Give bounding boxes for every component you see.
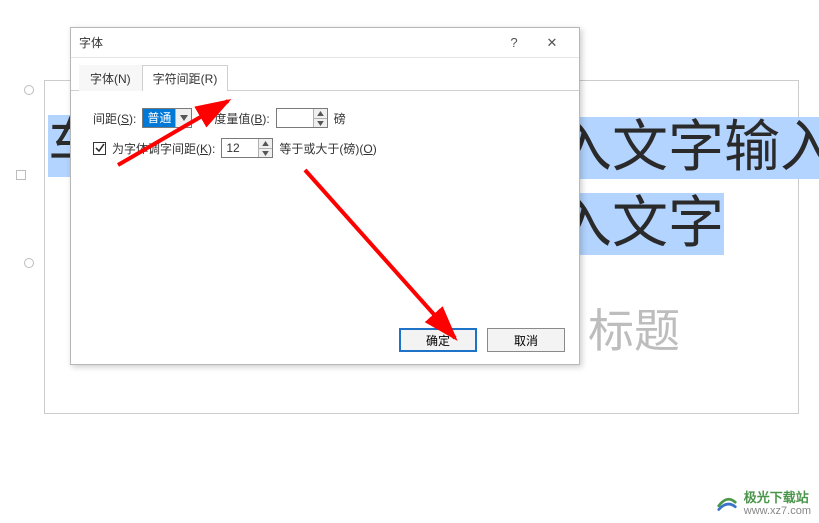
font-dialog: 字体 ? ✕ 字体(N) 字符间距(R) 间距(S): 普通 度量值(B): [70,27,580,365]
cancel-button[interactable]: 取消 [487,328,565,352]
watermark: 极光下载站 www.xz7.com [716,491,811,517]
spin-up-icon [314,109,327,118]
kerning-tail: 等于或大于(磅)(O) [279,140,376,157]
resize-handle[interactable] [24,85,34,95]
kerning-label: 为字体调字间距(K): [112,140,215,157]
spacing-dropdown-value: 普通 [143,109,175,127]
spacing-dropdown[interactable]: 普通 [142,108,192,128]
kerning-row: 为字体调字间距(K): 12 等于或大于(磅)(O) [93,135,557,161]
measure-unit: 磅 [334,110,346,127]
measure-spinbox[interactable] [276,108,328,128]
kerning-value: 12 [222,139,258,157]
spin-down-icon [259,148,272,157]
dialog-titlebar: 字体 ? ✕ [71,28,579,58]
spacing-row: 间距(S): 普通 度量值(B): 磅 [93,105,557,131]
chevron-down-icon [175,109,191,127]
measure-value [277,109,313,127]
close-button[interactable]: ✕ [533,31,571,55]
text-line-1: 入文字输入 [556,102,819,183]
watermark-logo-icon [716,493,738,515]
kerning-spinbox[interactable]: 12 [221,138,273,158]
spin-down-icon [314,118,327,127]
dialog-buttons: 确定 取消 [399,328,565,352]
tab-font[interactable]: 字体(N) [79,65,142,91]
spin-buttons[interactable] [313,109,327,127]
text-line-2: 入文字 [556,178,724,259]
dialog-body: 间距(S): 普通 度量值(B): 磅 [71,91,579,179]
ok-button[interactable]: 确定 [399,328,477,352]
measure-label: 度量值(B): [214,110,269,127]
cancel-label: 取消 [514,332,538,349]
dialog-tabs: 字体(N) 字符间距(R) [71,58,579,91]
ok-label: 确定 [426,332,450,349]
watermark-url: www.xz7.com [744,505,811,517]
help-button[interactable]: ? [495,31,533,55]
spin-up-icon [259,139,272,148]
title-placeholder: 标题 [588,295,680,361]
resize-handle[interactable] [16,170,26,180]
tab-char-spacing[interactable]: 字符间距(R) [142,65,229,91]
tab-spacing-label: 字符间距(R) [153,72,218,86]
resize-handle[interactable] [24,258,34,268]
spin-buttons[interactable] [258,139,272,157]
spacing-label: 间距(S): [93,110,136,127]
dialog-title: 字体 [79,34,495,51]
tab-font-label: 字体(N) [90,72,131,86]
kerning-checkbox[interactable] [93,142,106,155]
watermark-name: 极光下载站 [744,491,811,505]
